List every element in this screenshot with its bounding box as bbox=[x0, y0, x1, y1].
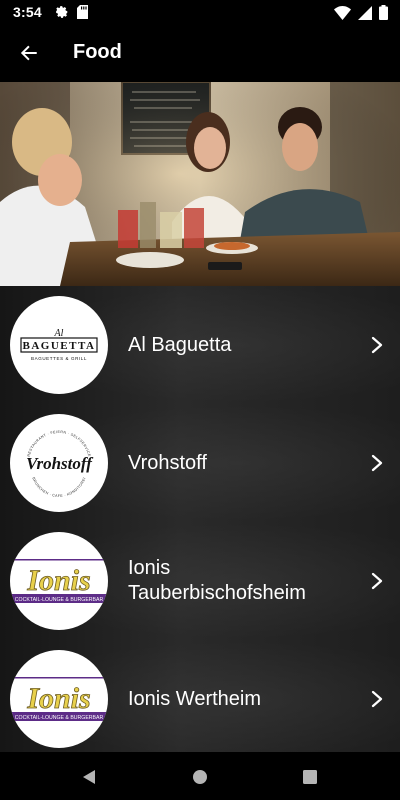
triangle-back-icon bbox=[83, 770, 95, 784]
restaurant-name: Ionis Tauberbischofsheim bbox=[128, 557, 306, 604]
list-item-ionis-wertheim[interactable]: Ionis COCKTAIL-LOUNGE & BURGERBAR Ionis … bbox=[0, 640, 400, 759]
vrohstoff-logo: RESTAURANT · FEIERN · SELFSERVICE Vrohst… bbox=[10, 414, 108, 512]
page-title: Food bbox=[73, 41, 122, 63]
system-nav-bar bbox=[0, 752, 400, 800]
square-recents-icon bbox=[303, 770, 317, 784]
logo-wordmark: Ionis bbox=[26, 682, 90, 715]
cell-signal-icon bbox=[358, 5, 372, 25]
nav-home-button[interactable] bbox=[189, 766, 211, 788]
settings-icon bbox=[55, 5, 69, 24]
al-baguetta-logo: Al BAGUETTA BAGUETTES & GRILL bbox=[10, 296, 108, 394]
logo-prefix: Al bbox=[54, 328, 64, 339]
list-item-vrohstoff[interactable]: RESTAURANT · FEIERN · SELFSERVICE Vrohst… bbox=[0, 404, 400, 523]
chevron-right-icon bbox=[371, 690, 383, 708]
status-time: 3:54 bbox=[13, 4, 42, 20]
wifi-icon bbox=[334, 5, 351, 25]
circle-home-icon bbox=[193, 770, 207, 784]
arrow-back-icon bbox=[20, 45, 37, 61]
logo-subtitle: BAGUETTES & GRILL bbox=[31, 356, 87, 361]
ionis-logo: Ionis COCKTAIL-LOUNGE & BURGERBAR bbox=[10, 532, 108, 630]
restaurant-name: Al Baguetta bbox=[128, 334, 232, 356]
app-bar: Food bbox=[0, 24, 400, 82]
battery-icon bbox=[379, 5, 388, 25]
logo-wordmark: BAGUETTA bbox=[23, 340, 96, 352]
chevron-right-icon bbox=[371, 454, 383, 472]
chevron-right-icon bbox=[371, 572, 383, 590]
logo-wordmark: Vrohstoff bbox=[26, 454, 94, 473]
restaurant-name: Ionis Wertheim bbox=[128, 688, 262, 710]
list-item-al-baguetta[interactable]: Al BAGUETTA BAGUETTES & GRILL Al Baguett… bbox=[0, 286, 400, 405]
chevron-right-icon bbox=[371, 336, 383, 354]
back-button[interactable] bbox=[14, 38, 44, 68]
logo-wordmark: Ionis bbox=[26, 564, 90, 597]
logo-subtitle: COCKTAIL-LOUNGE & BURGERBAR bbox=[15, 597, 104, 603]
restaurant-name: Vrohstoff bbox=[128, 452, 207, 474]
sd-card-icon bbox=[77, 5, 88, 24]
status-bar: 3:54 bbox=[0, 0, 400, 24]
svg-text:BRUNCHEN · CAFE · KONDITOREI: BRUNCHEN · CAFE · KONDITOREI bbox=[31, 477, 86, 498]
hero-image bbox=[0, 82, 400, 286]
ionis-logo: Ionis COCKTAIL-LOUNGE & BURGERBAR bbox=[10, 650, 108, 748]
logo-bottom-arc: BRUNCHEN · CAFE · KONDITOREI bbox=[31, 477, 86, 498]
nav-recents-button[interactable] bbox=[299, 766, 321, 788]
nav-back-button[interactable] bbox=[78, 766, 100, 788]
list-item-ionis-tauberbischofsheim[interactable]: Ionis COCKTAIL-LOUNGE & BURGERBAR Ionis … bbox=[0, 522, 400, 641]
restaurant-list: Al BAGUETTA BAGUETTES & GRILL Al Baguett… bbox=[0, 286, 400, 759]
logo-subtitle: COCKTAIL-LOUNGE & BURGERBAR bbox=[15, 715, 104, 721]
